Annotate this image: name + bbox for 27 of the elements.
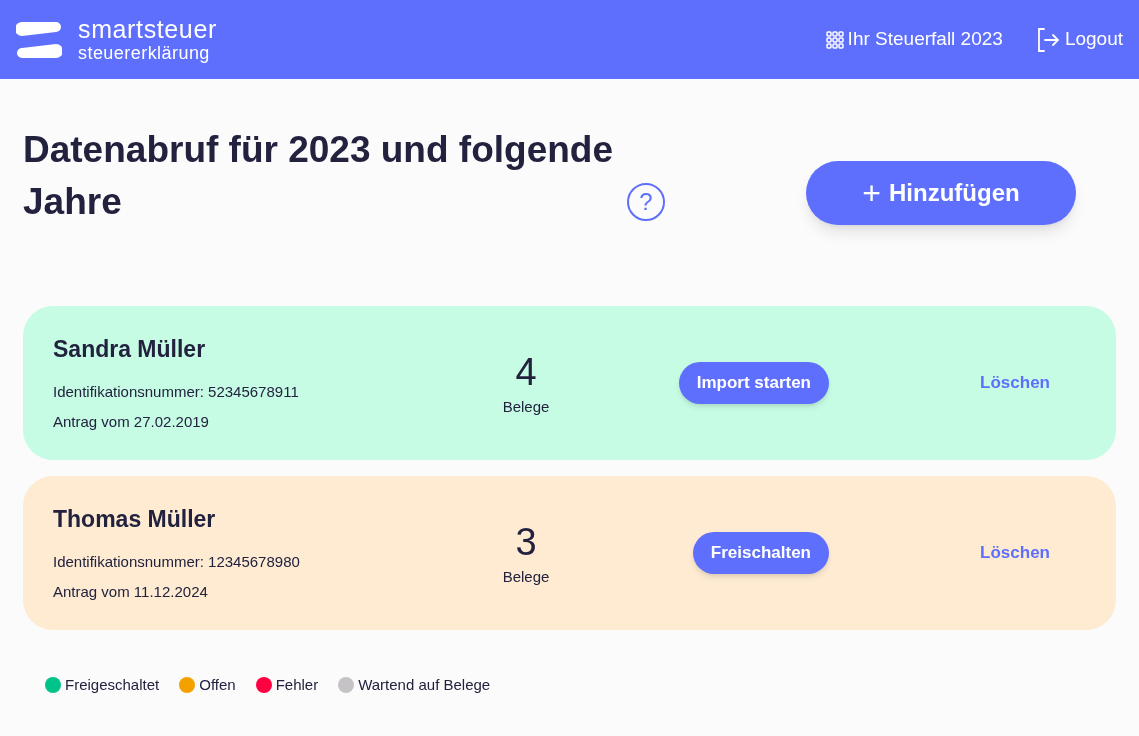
application-date: Antrag vom 11.12.2024	[53, 582, 209, 603]
document-count: 4	[515, 349, 537, 395]
id-number: Identifikationsnummer: 52345678911	[53, 381, 300, 402]
logout-link[interactable]: Logout	[1034, 25, 1123, 54]
tax-case-link[interactable]: Ihr Steuerfall 2023	[825, 25, 1003, 54]
delete-link[interactable]: Löschen	[980, 540, 1050, 566]
legend-label: Wartend auf Belege	[358, 675, 491, 695]
id-number: Identifikationsnummer: 12345678980	[53, 551, 301, 572]
action-button[interactable]: Freischalten	[692, 532, 829, 574]
help-button[interactable]: ?	[627, 183, 665, 221]
legend-label: Freigeschaltet	[65, 675, 160, 695]
page-title: Datenabruf für 2023 und folgende Jahre	[23, 128, 614, 224]
document-label: Belege	[502, 396, 550, 417]
document-count: 3	[515, 519, 537, 565]
person-name: Thomas Müller	[53, 505, 217, 535]
logo-subtitle: steuererklärung	[78, 44, 211, 62]
person-name: Sandra Müller	[53, 335, 207, 365]
legend-label: Fehler	[275, 675, 319, 695]
delete-link[interactable]: Löschen	[980, 370, 1050, 396]
logo-icon	[16, 19, 62, 60]
logo-title: smartsteuer	[78, 17, 217, 42]
add-button[interactable]: + Hinzufügen	[806, 161, 1076, 225]
legend-label: Offen	[199, 675, 236, 695]
action-button[interactable]: Import starten	[678, 362, 829, 404]
application-date: Antrag vom 27.02.2019	[53, 412, 210, 433]
grid-icon	[825, 30, 844, 49]
document-label: Belege	[502, 566, 550, 587]
